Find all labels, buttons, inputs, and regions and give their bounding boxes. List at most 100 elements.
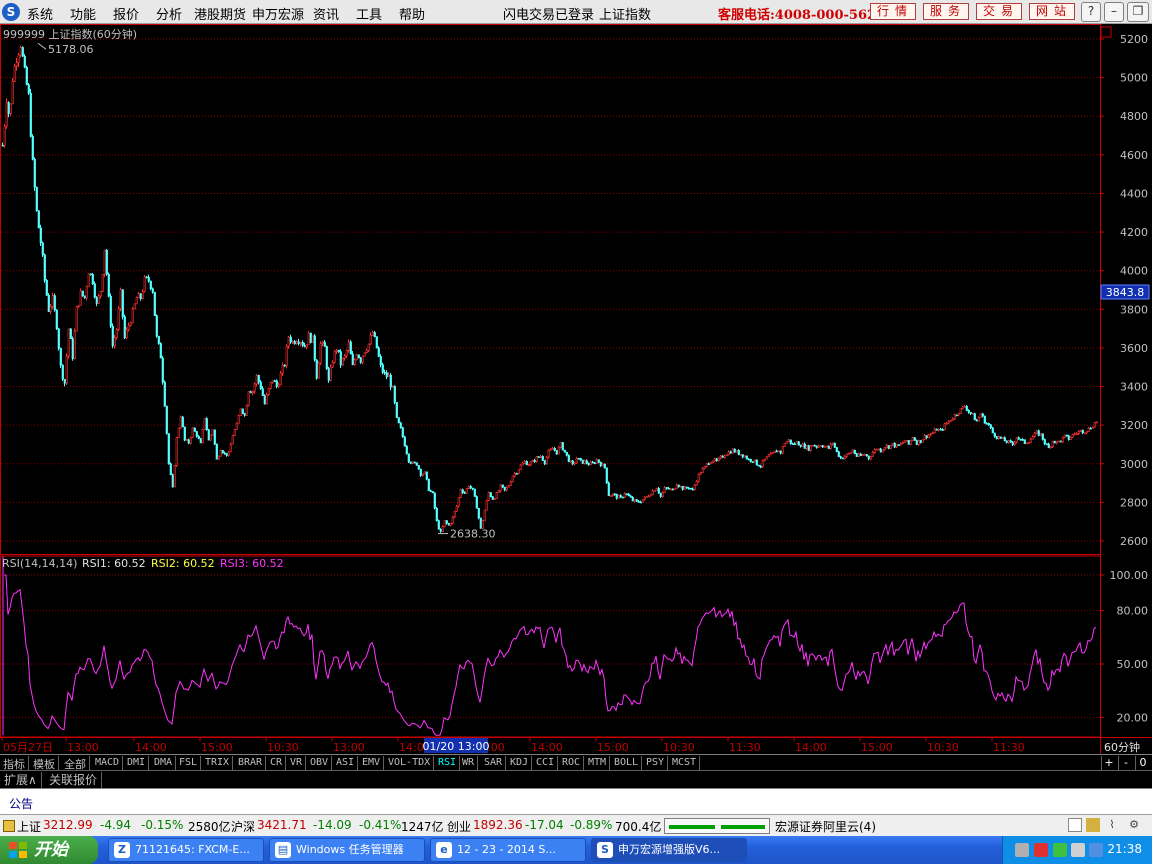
menu-tools[interactable]: 工具 [356, 4, 382, 23]
candle-up [889, 444, 892, 449]
settings-icon[interactable]: ⚙ [1127, 818, 1141, 832]
candle-down [691, 488, 694, 491]
menu-news[interactable]: 资讯 [313, 4, 339, 23]
price-tick-label: 3600 [1120, 342, 1148, 355]
tab-vr[interactable]: VR [287, 756, 307, 770]
notice-label[interactable]: 公告 [9, 795, 33, 812]
tab-related-quotes[interactable]: 关联报价 [45, 772, 103, 788]
tab-cr[interactable]: CR [267, 756, 287, 770]
task-task-manager[interactable]: ▤ Windows 任务管理器 [269, 838, 425, 862]
tab-brar[interactable]: BRAR [235, 756, 267, 770]
tab-sar[interactable]: SAR [481, 756, 507, 770]
candle-down [469, 486, 472, 489]
hs-index-name[interactable]: 沪深 [231, 818, 255, 835]
start-button[interactable]: 开始 [0, 836, 98, 864]
task-browser[interactable]: e 12 - 23 - 2014 S... [430, 838, 586, 862]
menu-quote[interactable]: 报价 [113, 4, 139, 23]
candle-down [981, 413, 984, 417]
tab-all[interactable]: 全部 [61, 756, 90, 771]
menu-function[interactable]: 功能 [70, 4, 96, 23]
help-window-button[interactable]: ? [1081, 2, 1101, 22]
signal-icon[interactable]: ⌇ [1105, 818, 1119, 832]
candle-up [781, 446, 784, 454]
menu-hk-futures[interactable]: 港股期货 [194, 4, 246, 23]
candle-up [1079, 429, 1082, 432]
tab-psy[interactable]: PSY [643, 756, 669, 770]
tab-asi[interactable]: ASI [333, 756, 359, 770]
website-button[interactable]: 网站 [1029, 3, 1075, 20]
candle-up [767, 454, 770, 457]
candle-up [811, 444, 814, 447]
cy-index-name[interactable]: 创业 [447, 818, 471, 835]
candle-up [845, 453, 848, 457]
zoom-in-button[interactable]: + [1101, 756, 1116, 770]
window-icon[interactable] [1068, 818, 1082, 832]
service-button[interactable]: 服务 [923, 3, 969, 20]
tab-boll[interactable]: BOLL [611, 756, 643, 770]
candle-up [1031, 436, 1034, 440]
task-swhy[interactable]: S 申万宏源增强版V6... [591, 838, 747, 862]
tab-extend[interactable]: 扩展∧ [0, 772, 42, 788]
candle-up [1015, 437, 1018, 443]
menu-analysis[interactable]: 分析 [156, 4, 182, 23]
minimize-button[interactable]: – [1104, 2, 1124, 22]
candle-down [1041, 433, 1044, 440]
candle-down [629, 495, 632, 498]
candle-down [447, 522, 450, 526]
chart-area[interactable]: 5200 5000 4800 4600 4400 4200 4000 3800 3600 3400… [0, 24, 1152, 754]
tray-security-icon[interactable] [1053, 843, 1067, 857]
tab-template[interactable]: 模板 [30, 756, 59, 771]
tab-cci[interactable]: CCI [533, 756, 559, 770]
tab-mcst[interactable]: MCST [669, 756, 701, 770]
tab-rsi[interactable]: RSI [435, 756, 461, 770]
notice-panel: 公告 [0, 788, 1152, 814]
candle-up [825, 445, 828, 448]
menu-swhy[interactable]: 申万宏源 [252, 4, 304, 23]
tab-macd[interactable]: MACD [92, 756, 124, 770]
tab-wr[interactable]: WR [459, 756, 479, 770]
restore-button[interactable]: ❐ [1127, 2, 1149, 22]
candle-up [1057, 440, 1060, 443]
tray-network-icon[interactable] [1034, 843, 1048, 857]
price-tick-label: 3800 [1120, 303, 1148, 316]
candle-down [579, 458, 582, 461]
sh-index-name[interactable]: 上证 [17, 818, 41, 835]
menu-help[interactable]: 帮助 [399, 4, 425, 23]
candle-up [863, 454, 866, 456]
reset-button[interactable]: 0 [1135, 756, 1150, 770]
candle-up [771, 452, 774, 454]
tab-dma[interactable]: DMA [151, 756, 177, 770]
trade-button[interactable]: 交易 [976, 3, 1022, 20]
app-logo-icon[interactable]: S [2, 3, 20, 21]
lock-icon[interactable] [1086, 818, 1100, 832]
trade-login-status: 闪电交易已登录 [503, 8, 595, 23]
tab-dmi[interactable]: DMI [124, 756, 150, 770]
market-button[interactable]: 行情 [870, 3, 916, 20]
zoom-out-button[interactable]: - [1118, 756, 1133, 770]
tray-app-icon[interactable] [1089, 843, 1103, 857]
tab-indicator[interactable]: 指标 [0, 756, 29, 771]
candle-up [885, 445, 888, 448]
candle-up [247, 391, 250, 406]
volume-meter [664, 818, 770, 834]
tab-roc[interactable]: ROC [559, 756, 585, 770]
tab-fsl[interactable]: FSL [176, 756, 202, 770]
menu-system[interactable]: 系统 [27, 4, 53, 23]
task-fxcm[interactable]: Z 71121645: FXCM-E... [108, 838, 264, 862]
tab-kdj[interactable]: KDJ [507, 756, 533, 770]
tray-keyboard-icon[interactable] [1015, 843, 1029, 857]
server-name[interactable]: 宏源证券阿里云(4) [775, 818, 876, 835]
candle-down [171, 474, 174, 488]
candle-up [1001, 437, 1004, 439]
tray-volume-icon[interactable] [1071, 843, 1085, 857]
candle-up [421, 473, 424, 476]
candle-down [837, 451, 840, 457]
tab-trix[interactable]: TRIX [202, 756, 234, 770]
tab-mtm[interactable]: MTM [585, 756, 611, 770]
market-icon[interactable] [3, 820, 15, 832]
time-label: 14:00 [531, 741, 563, 754]
tab-emv[interactable]: EMV [359, 756, 385, 770]
tab-vol-tdx[interactable]: VOL-TDX [385, 756, 435, 770]
candle-down [123, 316, 126, 339]
tab-obv[interactable]: OBV [307, 756, 333, 770]
